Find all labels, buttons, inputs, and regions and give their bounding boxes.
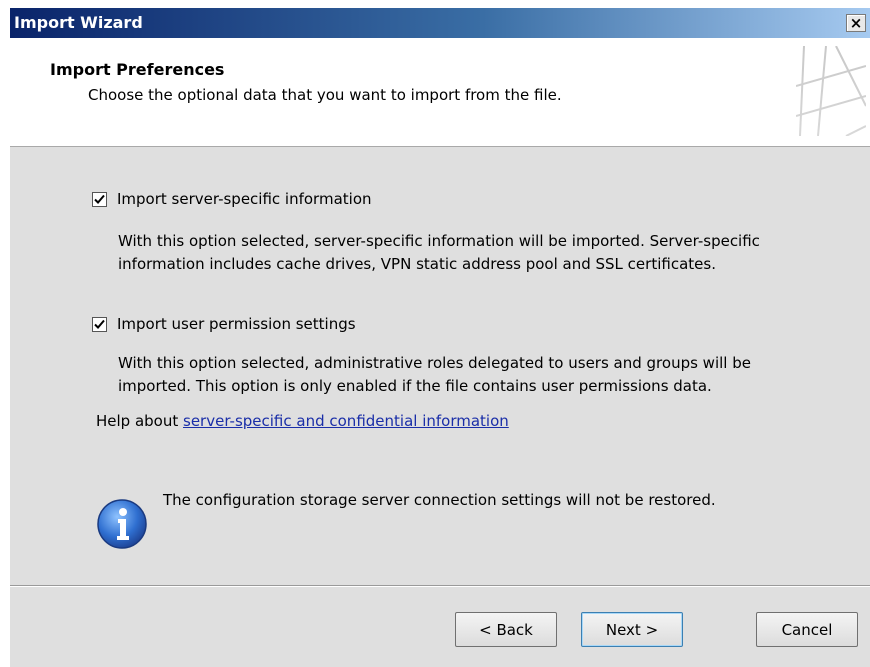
help-link[interactable]: server-specific and confidential informa… xyxy=(183,412,509,430)
description-line: information includes cache drives, VPN s… xyxy=(118,255,716,273)
info-message: The configuration storage server connect… xyxy=(163,491,716,509)
user-permissions-description: With this option selected, administrativ… xyxy=(118,352,848,398)
checkmark-icon xyxy=(94,319,105,329)
cancel-button[interactable]: Cancel xyxy=(756,612,858,647)
page-subtitle: Choose the optional data that you want t… xyxy=(88,86,562,104)
server-specific-checkbox[interactable] xyxy=(92,191,107,207)
user-permissions-label: Import user permission settings xyxy=(117,315,356,333)
window-title: Import Wizard xyxy=(14,13,143,32)
server-specific-label: Import server-specific information xyxy=(117,190,372,208)
description-line: With this option selected, server-specif… xyxy=(118,232,760,250)
info-icon xyxy=(97,499,147,549)
back-button[interactable]: < Back xyxy=(455,612,557,647)
help-prefix: Help about xyxy=(96,412,184,430)
import-wizard-dialog: Import Wizard × Import Preferences Choos… xyxy=(10,8,870,667)
option-user-permissions[interactable]: Import user permission settings xyxy=(92,315,356,333)
next-button[interactable]: Next > xyxy=(581,612,683,647)
checkmark-icon xyxy=(94,194,105,204)
wizard-banner-graphic xyxy=(796,46,866,136)
close-icon: × xyxy=(849,13,863,32)
footer-separator xyxy=(10,585,870,587)
title-bar[interactable]: Import Wizard × xyxy=(10,8,870,38)
option-server-specific[interactable]: Import server-specific information xyxy=(92,190,372,208)
close-button[interactable]: × xyxy=(846,14,866,32)
server-specific-description: With this option selected, server-specif… xyxy=(118,230,848,276)
help-line: Help about server-specific and confident… xyxy=(96,412,509,430)
description-line: imported. This option is only enabled if… xyxy=(118,377,712,395)
page-title: Import Preferences xyxy=(50,60,225,79)
user-permissions-checkbox[interactable] xyxy=(92,316,107,332)
wizard-header: Import Preferences Choose the optional d… xyxy=(10,38,870,147)
description-line: With this option selected, administrativ… xyxy=(118,354,751,372)
